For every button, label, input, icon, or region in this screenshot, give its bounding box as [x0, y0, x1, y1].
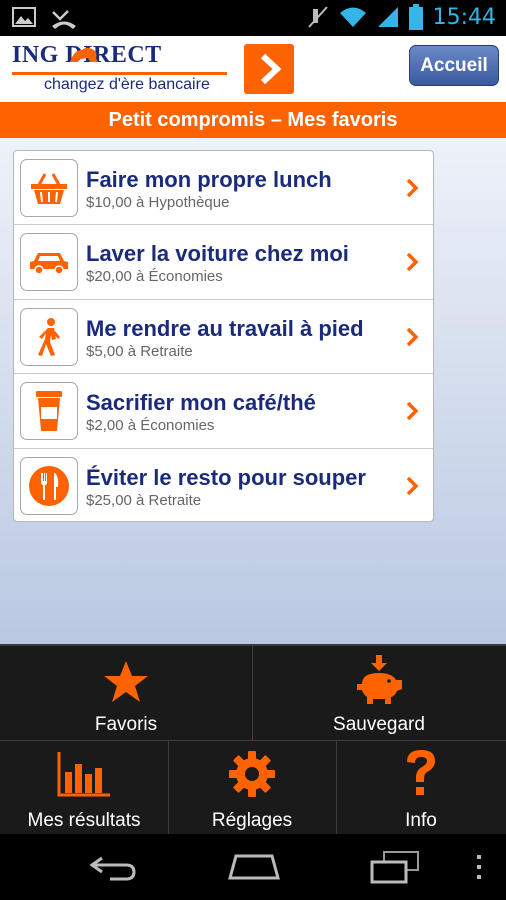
- menu-favoris[interactable]: Favoris: [0, 646, 252, 740]
- play-icon: [260, 53, 282, 85]
- mute-icon: [307, 6, 328, 28]
- brand-tagline: changez d'ère bancaire: [44, 76, 210, 93]
- clock: 15:44: [432, 4, 496, 30]
- signal-icon: [377, 7, 398, 27]
- menu-label: Favoris: [94, 714, 158, 735]
- menu-resultats[interactable]: Mes résultats: [0, 740, 168, 836]
- accueil-button[interactable]: Accueil: [409, 45, 499, 86]
- recent-apps-icon[interactable]: [370, 850, 420, 884]
- list-item[interactable]: Laver la voiture chez moi $20,00 à Écono…: [14, 225, 433, 300]
- item-title: Faire mon propre lunch: [86, 167, 332, 192]
- bottom-menu: Favoris Sauvegard Mes résultats Réglages…: [0, 644, 506, 836]
- chevron-right-icon: [406, 327, 419, 347]
- coffee-cup-icon: [36, 391, 62, 432]
- item-subtitle: $2,00 à Économies: [86, 417, 215, 435]
- missed-call-icon: [52, 10, 76, 29]
- back-icon[interactable]: [88, 852, 138, 882]
- item-subtitle: $10,00 à Hypothèque: [86, 194, 230, 211]
- brand-underline: [12, 72, 227, 75]
- item-subtitle: $5,00 à Retraite: [86, 342, 193, 360]
- overflow-menu-icon[interactable]: [474, 854, 484, 880]
- app-header: ING DIRECT changez d'ère bancaire Accuei…: [0, 36, 506, 102]
- status-bar: 15:44: [0, 0, 506, 36]
- favorites-list: Faire mon propre lunch $10,00 à Hypothèq…: [13, 150, 434, 522]
- page-title: Petit compromis – Mes favoris: [0, 102, 506, 138]
- home-icon[interactable]: [226, 850, 282, 882]
- wifi-icon: [339, 7, 366, 27]
- menu-label: Mes résultats: [27, 810, 141, 831]
- list-item[interactable]: Éviter le resto pour souper $25,00 à Ret…: [14, 449, 433, 521]
- question-icon: [407, 750, 435, 795]
- star-icon: [104, 661, 148, 702]
- piggy-bank-icon: [357, 655, 402, 704]
- car-icon: [30, 253, 68, 276]
- list-item[interactable]: Sacrifier mon café/thé $2,00 à Économies: [14, 374, 433, 449]
- menu-label: Sauvegard: [333, 714, 425, 735]
- item-title: Me rendre au travail à pied: [86, 315, 364, 341]
- play-button[interactable]: [244, 44, 294, 94]
- item-title: Éviter le resto pour souper: [86, 464, 366, 490]
- menu-sauvegard[interactable]: Sauvegard: [252, 646, 506, 740]
- item-title: Laver la voiture chez moi: [86, 241, 349, 267]
- main-content: Faire mon propre lunch $10,00 à Hypothèq…: [0, 138, 506, 644]
- chevron-right-icon: [406, 476, 419, 495]
- item-subtitle: $25,00 à Retraite: [86, 491, 202, 509]
- lion-icon: [70, 47, 98, 62]
- bar-chart-icon: [57, 752, 110, 797]
- menu-label: Réglages: [211, 810, 293, 831]
- walking-icon: [38, 317, 60, 356]
- list-item[interactable]: Faire mon propre lunch $10,00 à Hypothèq…: [14, 151, 433, 226]
- menu-reglages[interactable]: Réglages: [168, 740, 336, 836]
- fork-knife-icon: [29, 465, 69, 506]
- gear-icon: [229, 751, 275, 797]
- chevron-right-icon: [406, 178, 419, 198]
- item-subtitle: $20,00 à Économies: [86, 268, 223, 286]
- system-nav-bar: [0, 834, 506, 900]
- battery-icon: [408, 4, 423, 30]
- picture-icon: [12, 7, 36, 27]
- item-title: Sacrifier mon café/thé: [86, 390, 316, 416]
- ing-direct-logo: ING DIRECT changez d'ère bancaire: [12, 42, 232, 100]
- basket-icon: [31, 173, 67, 204]
- menu-label: Info: [405, 810, 437, 831]
- menu-info[interactable]: Info: [336, 740, 506, 836]
- chevron-right-icon: [406, 253, 419, 272]
- list-item[interactable]: Me rendre au travail à pied $5,00 à Retr…: [14, 300, 433, 375]
- chevron-right-icon: [406, 401, 419, 421]
